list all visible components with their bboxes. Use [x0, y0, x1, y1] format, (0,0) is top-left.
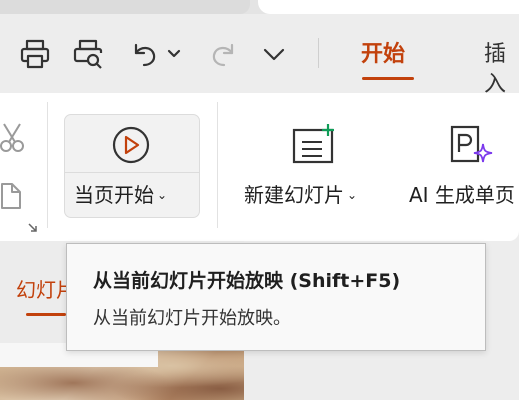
undo-icon[interactable] [128, 37, 160, 71]
ai-generate-button[interactable]: AI 生成单页 [409, 181, 515, 209]
undo-dropdown-icon[interactable] [166, 37, 182, 71]
tab-home[interactable]: 开始 [361, 40, 405, 70]
toolbar-divider [318, 38, 319, 68]
play-icon [109, 125, 155, 171]
play-from-current-label[interactable]: 当页开始 ⌄ [74, 181, 167, 209]
print-icon[interactable] [18, 37, 52, 71]
tooltip-title: 从当前幻灯片开始放映 (Shift+F5) [93, 270, 401, 292]
customize-dropdown-icon[interactable] [260, 37, 288, 71]
tab-home-underline [362, 77, 414, 80]
ai-sparkle-icon[interactable] [449, 124, 497, 172]
new-slide-button[interactable]: 新建幻灯片 ⌄ [244, 181, 357, 209]
cut-icon[interactable] [0, 120, 26, 156]
play-from-current-button[interactable]: 当页开始 ⌄ [64, 114, 200, 218]
window-tab-right[interactable] [258, 0, 519, 14]
window-tab-left[interactable] [0, 0, 250, 14]
tooltip: 从当前幻灯片开始放映 (Shift+F5) 从当前幻灯片开始放映。 [66, 243, 486, 351]
tooltip-description: 从当前幻灯片开始放映。 [93, 308, 291, 329]
tab-insert[interactable]: 插入 [484, 40, 519, 100]
print-preview-icon[interactable] [71, 37, 105, 71]
title-bar [0, 0, 519, 14]
tab-slides-underline [26, 313, 66, 316]
chevron-down-icon: ⌄ [347, 188, 358, 202]
ribbon-group-divider [217, 102, 218, 228]
clipboard-launcher-icon[interactable] [26, 221, 40, 235]
redo-icon[interactable] [208, 37, 240, 71]
new-slide-icon[interactable] [292, 124, 340, 170]
button-split-divider [65, 172, 199, 173]
chevron-down-icon: ⌄ [157, 188, 168, 202]
ribbon-group-divider [47, 102, 48, 228]
copy-icon[interactable] [0, 178, 26, 214]
